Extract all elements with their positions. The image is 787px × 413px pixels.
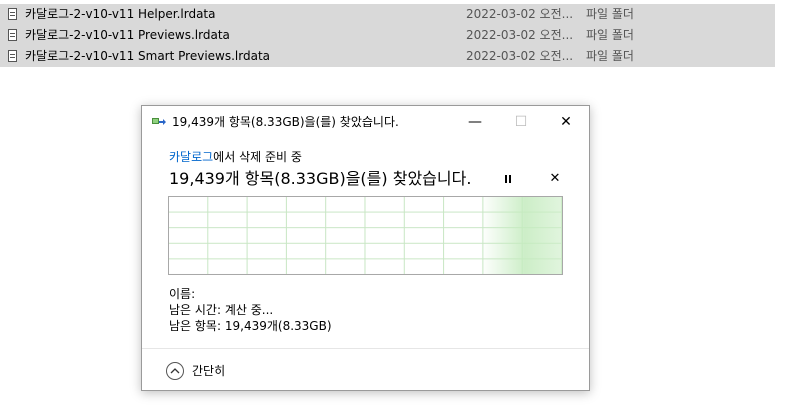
status-heading: 19,439개 항목(8.33GB)을(를) 찾았습니다. [169,169,472,188]
detail-items-value: 19,439개(8.33GB) [224,319,332,333]
progress-graph [168,196,563,275]
dialog-footer: 간단히 [142,349,589,390]
file-list: 카달로그-2-v10-v11 Helper.lrdata 2022-03-02 … [0,4,775,67]
folder-file-icon [8,8,17,20]
minimize-button[interactable]: — [465,112,485,132]
folder-file-icon [8,50,17,62]
pause-icon [509,175,511,183]
detail-name-row: 이름: [169,286,332,302]
pause-button[interactable] [500,170,516,188]
file-name: 카달로그-2-v10-v11 Previews.lrdata [25,28,230,42]
file-type: 파일 폴더 [586,49,634,63]
close-button[interactable]: ✕ [556,112,576,132]
file-row[interactable]: 카달로그-2-v10-v11 Helper.lrdata 2022-03-02 … [0,4,775,25]
file-date: 2022-03-02 오전... [466,28,574,42]
file-row[interactable]: 카달로그-2-v10-v11 Smart Previews.lrdata 202… [0,46,775,67]
file-name: 카달로그-2-v10-v11 Smart Previews.lrdata [25,49,270,63]
detail-items-row: 남은 항목: 19,439개(8.33GB) [169,318,332,334]
operation-label: 카달로그에서 삭제 준비 중 [169,149,302,165]
cancel-button[interactable]: ✕ [546,170,564,188]
file-name: 카달로그-2-v10-v11 Helper.lrdata [25,7,216,21]
folder-file-icon [8,29,17,41]
operation-text: 에서 삭제 준비 중 [213,150,302,164]
delete-progress-dialog: 19,439개 항목(8.33GB)을(를) 찾았습니다. — ☐ ✕ 카달로그… [141,105,590,391]
dialog-title: 19,439개 항목(8.33GB)을(를) 찾았습니다. [172,115,399,129]
transfer-icon [152,118,166,125]
file-date: 2022-03-02 오전... [466,49,574,63]
file-row[interactable]: 카달로그-2-v10-v11 Previews.lrdata 2022-03-0… [0,25,775,46]
file-date: 2022-03-02 오전... [466,7,574,21]
detail-time-label: 남은 시간: [169,303,222,317]
detail-items-label: 남은 항목: [169,319,222,333]
maximize-button[interactable]: ☐ [511,112,531,132]
less-details-label: 간단히 [192,364,226,378]
detail-time-value: 계산 중... [224,303,274,317]
detail-name-label: 이름: [169,287,196,301]
progress-details: 이름: 남은 시간: 계산 중... 남은 항목: 19,439개(8.33GB… [169,286,332,334]
dialog-titlebar[interactable]: 19,439개 항목(8.33GB)을(를) 찾았습니다. — ☐ ✕ [142,106,589,138]
file-type: 파일 폴더 [586,7,634,21]
chevron-up-icon [166,362,184,380]
file-type: 파일 폴더 [586,28,634,42]
detail-time-row: 남은 시간: 계산 중... [169,302,332,318]
pause-icon [505,175,507,183]
source-folder-link[interactable]: 카달로그 [169,150,213,164]
